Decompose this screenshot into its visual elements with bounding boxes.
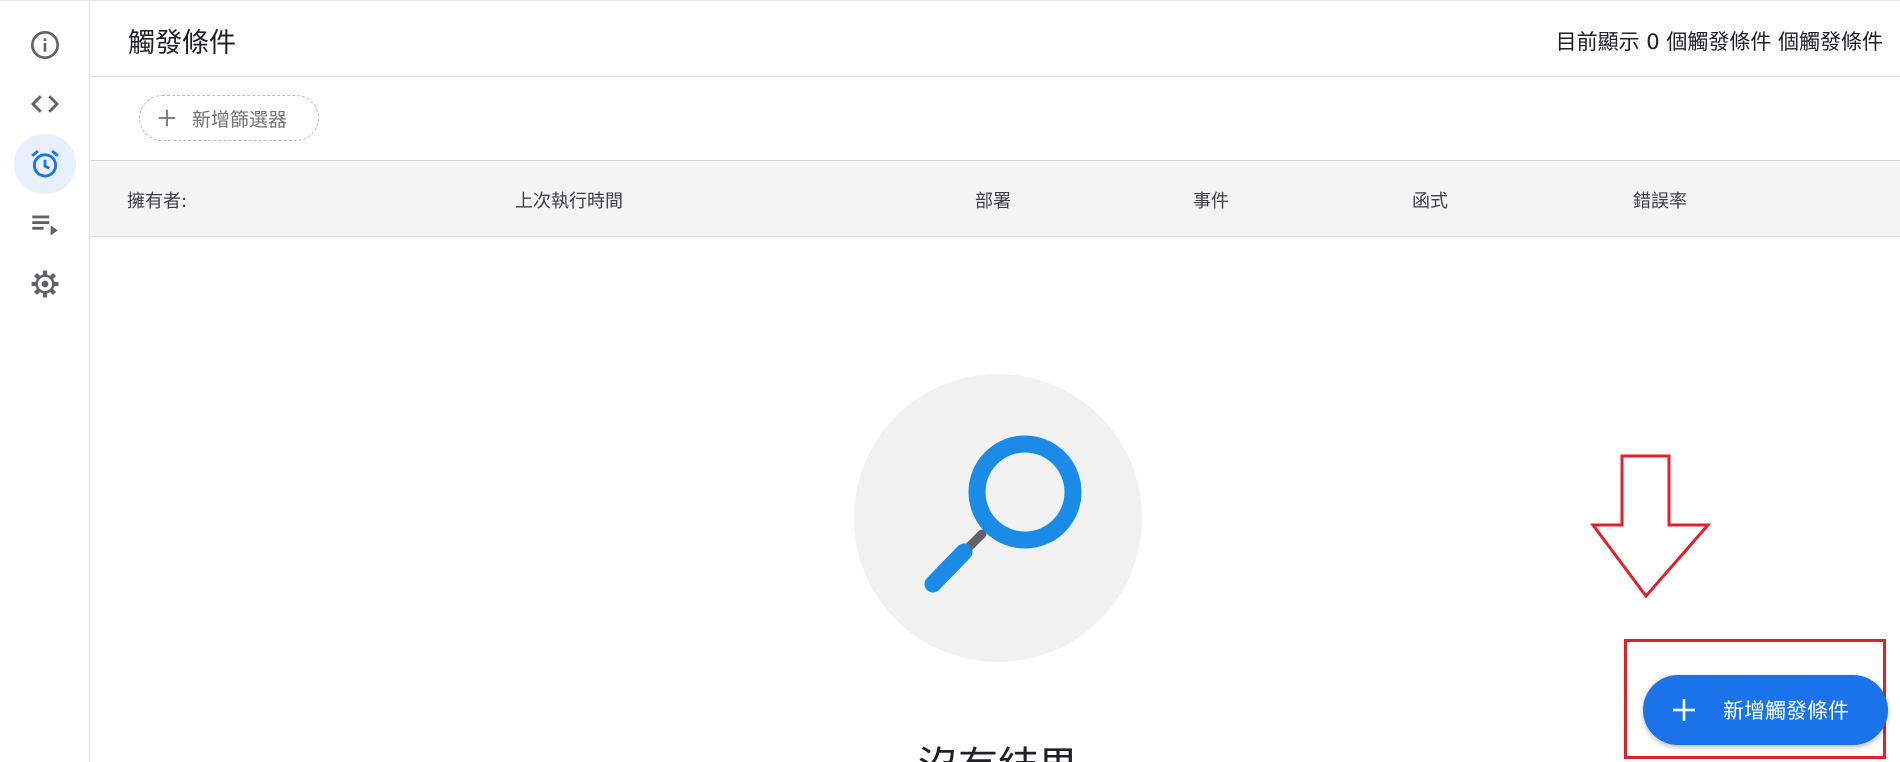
empty-state-text: 沒有結果 [0, 734, 1900, 762]
plus-icon [156, 107, 178, 129]
info-icon [31, 31, 59, 59]
sidebar-item-triggers[interactable] [14, 134, 76, 194]
column-error-rate[interactable]: 錯誤率 [1633, 187, 1687, 213]
column-event[interactable]: 事件 [1193, 187, 1229, 213]
empty-state-illustration [854, 374, 1142, 662]
filter-bar: 新增篩選器 [91, 77, 1900, 161]
plus-icon [1671, 697, 1697, 723]
sidebar-item-overview[interactable] [14, 15, 76, 75]
trigger-count-text: 目前顯示 0 個觸發條件 個觸發條件 [1555, 30, 1883, 54]
column-function[interactable]: 函式 [1412, 187, 1448, 213]
sidebar-item-executions[interactable] [14, 194, 76, 254]
playlist-play-icon [32, 215, 58, 236]
magnifier-icon [924, 435, 1082, 593]
sidebar-item-settings[interactable] [14, 254, 76, 314]
sidebar-item-editor[interactable] [14, 74, 76, 134]
gear-icon [31, 270, 59, 298]
column-owner[interactable]: 擁有者: [127, 187, 187, 213]
add-filter-button[interactable]: 新增篩選器 [139, 95, 319, 141]
table-header: 擁有者: 上次執行時間 部署 事件 函式 錯誤率 [91, 161, 1900, 237]
add-trigger-button[interactable]: 新增觸發條件 [1643, 675, 1888, 745]
column-deployment[interactable]: 部署 [975, 187, 1011, 213]
page: 觸發條件 目前顯示 0 個觸發條件 個觸發條件 新增篩選器 擁有者: 上次執行時… [0, 0, 1900, 762]
add-trigger-label: 新增觸發條件 [1723, 699, 1849, 723]
page-header: 觸發條件 目前顯示 0 個觸發條件 個觸發條件 [91, 1, 1900, 77]
code-icon [30, 95, 60, 113]
column-last-run-time[interactable]: 上次執行時間 [515, 187, 623, 213]
sidebar-rail [0, 1, 90, 762]
page-title: 觸發條件 [128, 28, 236, 59]
alarm-clock-icon [31, 149, 59, 178]
add-filter-label: 新增篩選器 [192, 108, 288, 131]
annotation-arrow [1590, 454, 1712, 599]
